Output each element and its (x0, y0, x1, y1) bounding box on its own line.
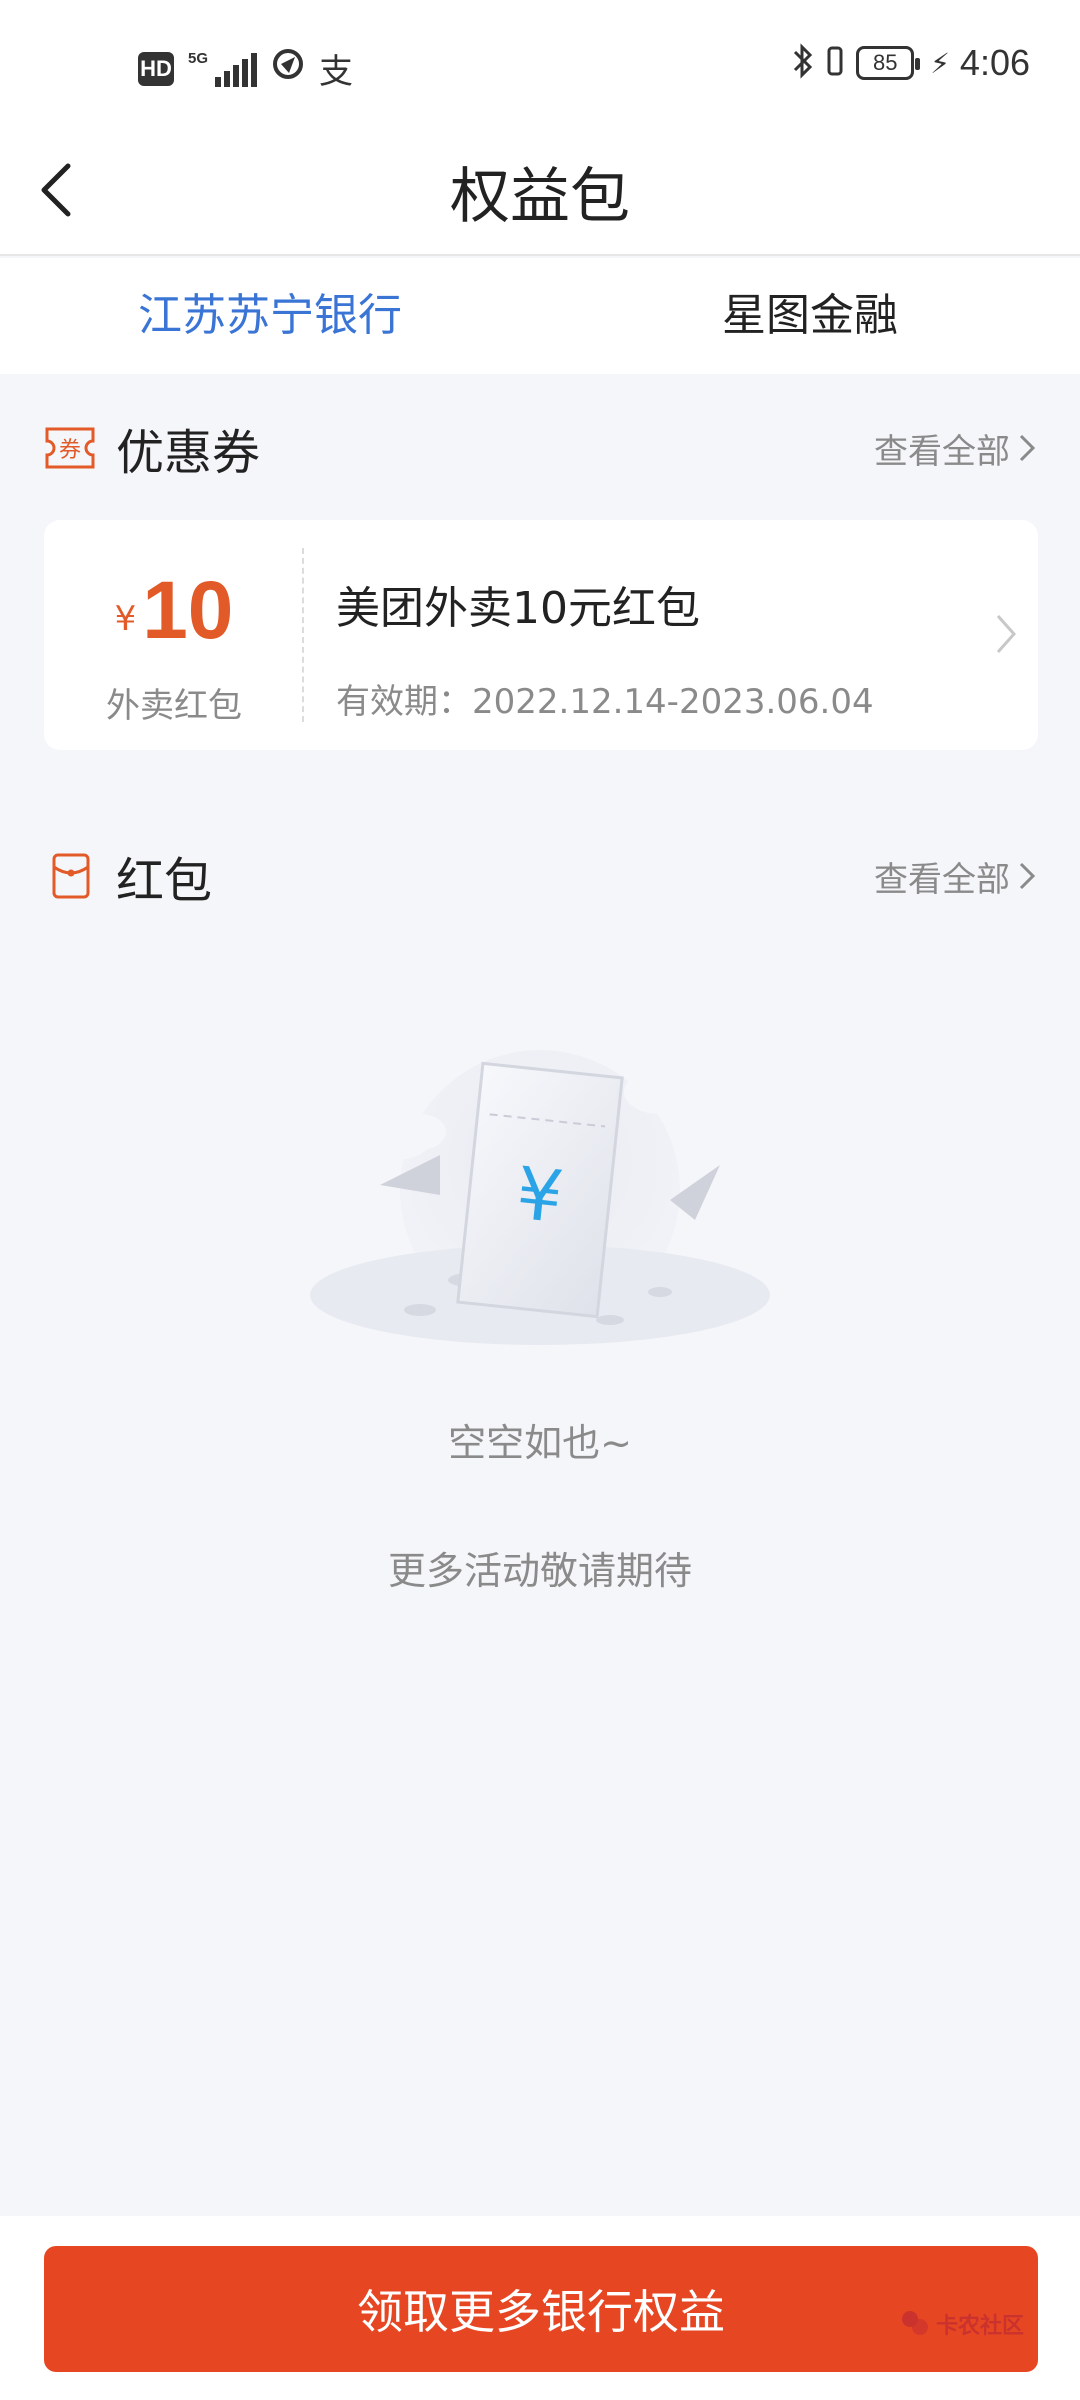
redpacket-section-title: 红包 (116, 853, 213, 909)
navigation-bar: 权益包 (0, 130, 1080, 256)
empty-state-illustration: ¥ (310, 1050, 770, 1345)
app-notification-icon (271, 47, 305, 90)
view-all-label: 查看全部 (874, 859, 1010, 900)
dashed-divider (302, 548, 304, 722)
status-bar: HD 5G 支 85 ⚡ 4:06 (0, 0, 1080, 130)
coupon-amount: ¥10 (44, 564, 304, 658)
alipay-icon: 支 (319, 52, 354, 92)
chevron-right-icon (1019, 862, 1036, 890)
coupon-icon: 券 (45, 427, 95, 469)
clock: 4:06 (959, 42, 1030, 83)
coupon-section-title: 优惠券 (116, 425, 261, 481)
view-all-label: 查看全部 (874, 431, 1010, 472)
watermark-text: 卡农社区 (936, 2314, 1025, 2339)
redpacket-view-all-link[interactable]: 查看全部 (874, 852, 1036, 901)
tab-xingtu-finance[interactable]: 星图金融 (540, 258, 1080, 374)
page-title: 权益包 (450, 162, 630, 232)
signal-icon: 5G (188, 49, 258, 87)
watermark-logo-icon (902, 2311, 928, 2335)
tab-suning-bank[interactable]: 江苏苏宁银行 (0, 258, 540, 374)
coupon-validity: 有效期：2022.12.14-2023.06.04 (336, 682, 874, 722)
vibrate-icon (824, 43, 846, 83)
coupon-card[interactable]: ¥10 外卖红包 美团外卖10元红包 有效期：2022.12.14-2023.0… (44, 520, 1038, 750)
red-packet-icon (52, 853, 90, 899)
hd-icon: HD (138, 51, 174, 86)
status-left: HD 5G 支 (138, 44, 353, 93)
coupon-name: 美团外卖10元红包 (336, 583, 700, 634)
bluetooth-icon (792, 43, 814, 83)
tab-bar: 江苏苏宁银行 星图金融 (0, 258, 1080, 374)
coupon-icon-label: 券 (59, 438, 81, 463)
coupon-view-all-link[interactable]: 查看全部 (874, 424, 1036, 473)
chevron-right-icon (1019, 434, 1036, 462)
watermark: 卡农社区 (900, 2308, 1024, 2340)
redpacket-section-header: 红包 查看全部 (44, 836, 1036, 916)
status-right: 85 ⚡ 4:06 (792, 42, 1030, 84)
empty-state-subtitle: 更多活动敬请期待 (387, 1549, 692, 1593)
coupon-amount-block: ¥10 外卖红包 (44, 520, 304, 750)
charging-icon: ⚡ (930, 46, 950, 80)
network-type: 5G (188, 49, 209, 67)
coupon-type: 外卖红包 (106, 686, 242, 726)
yen-icon: ¥ (512, 1151, 566, 1239)
battery-icon: 85 (856, 46, 921, 80)
coupon-section-header: 券 优惠券 查看全部 (44, 408, 1036, 488)
chevron-right-icon (996, 615, 1017, 653)
amount-value: 10 (142, 565, 234, 656)
empty-state-title: 空空如也~ (448, 1421, 632, 1465)
currency-symbol: ¥ (114, 599, 137, 639)
claim-more-benefits-button[interactable]: 领取更多银行权益 (44, 2246, 1038, 2372)
